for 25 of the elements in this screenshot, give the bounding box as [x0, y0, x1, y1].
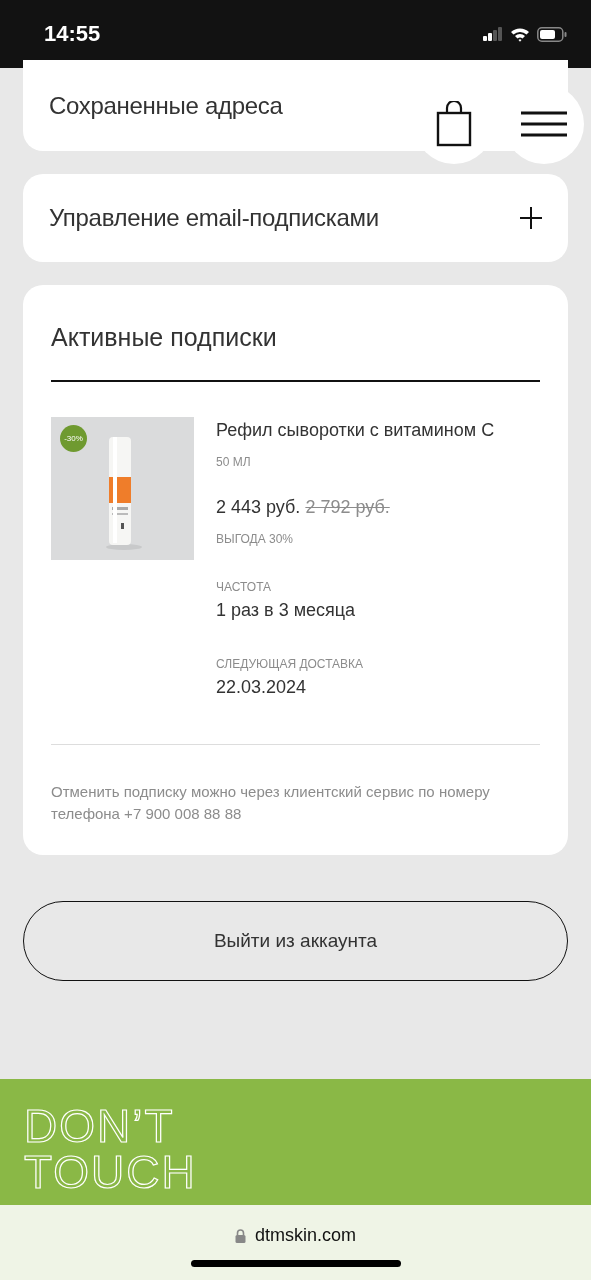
wifi-icon — [510, 26, 530, 42]
bag-icon — [436, 101, 472, 147]
product-volume: 50 МЛ — [216, 455, 252, 469]
delivery-date: 22.03.2024 — [216, 677, 308, 698]
product-price: 2 443 руб. — [216, 497, 301, 518]
section-title: Управление email-подписками — [49, 204, 379, 232]
battery-icon — [537, 26, 567, 42]
product-name: Рефил сыворотки с витамином С — [216, 420, 495, 441]
signal-icon — [483, 27, 503, 41]
logo-text: TOUCH — [24, 1149, 197, 1195]
saving-label: ВЫГОДА 30% — [216, 532, 294, 546]
plus-icon — [520, 207, 542, 229]
menu-icon — [521, 111, 567, 137]
logo-text: DON’T — [24, 1103, 175, 1149]
frequency-value: 1 раз в 3 месяца — [216, 600, 357, 621]
cancel-note: Отменить подписку можно через клиентский сервис по номеру телефона +7 900 008 88 88 — [51, 782, 491, 824]
subscriptions-title: Активные подписки — [51, 307, 540, 382]
section-title: Сохраненные адреса — [49, 91, 283, 120]
frequency-label: ЧАСТОТА — [216, 580, 273, 594]
section-card[interactable]: Управление email-подписками — [23, 174, 568, 262]
lock-icon — [235, 1228, 246, 1243]
delivery-label: СЛЕДУЮЩАЯ ДОСТАВКА — [216, 657, 365, 671]
status-time: 14:55 — [44, 21, 101, 47]
url-text[interactable]: dtmskin.com — [255, 1225, 356, 1246]
old-price: 2 792 руб. — [305, 497, 390, 518]
